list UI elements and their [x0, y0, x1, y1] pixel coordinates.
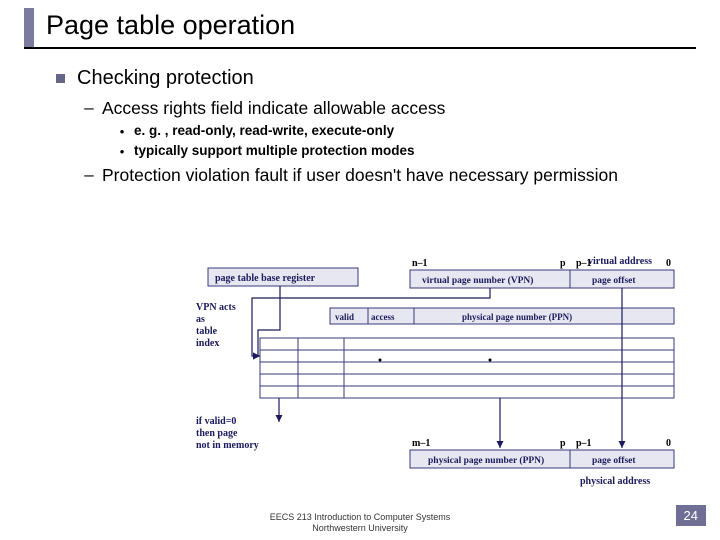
- zero-label-bot: 0: [666, 438, 671, 449]
- ifvalid-label: if valid=0then pagenot in memory: [196, 416, 259, 451]
- p1-label-top: p–1: [576, 258, 592, 269]
- bullet-l1: Checking protection: [56, 67, 680, 90]
- bullet-l3b: • typically support multiple protection …: [118, 143, 680, 161]
- po-label-bot: page offset: [592, 456, 636, 466]
- title-row: Page table operation: [0, 0, 720, 47]
- ppn-label: physical page number (PPN): [462, 312, 572, 322]
- dash-bullet-icon: –: [84, 165, 94, 185]
- title-accent-block: [24, 8, 34, 47]
- p-label-top: p: [560, 258, 566, 269]
- page-number: 24: [676, 505, 706, 526]
- va-label: virtual address: [588, 256, 652, 267]
- n1-label: n–1: [412, 258, 428, 269]
- bullet-l2b: – Protection violation fault if user doe…: [84, 165, 680, 186]
- p1-label-bot: p–1: [576, 438, 592, 449]
- access-label: access: [371, 312, 395, 322]
- zero-label-top: 0: [666, 258, 671, 269]
- vpn-label: virtual page number (VPN): [422, 275, 533, 286]
- p-label-bot: p: [560, 438, 566, 449]
- footer-line2: Northwestern University: [0, 523, 720, 534]
- pa-label: physical address: [580, 476, 650, 487]
- dot-bullet-icon: •: [118, 123, 126, 141]
- vpn-acts-label: VPN actsastableindex: [196, 302, 236, 349]
- dot-bullet-icon: •: [118, 143, 126, 161]
- valid-label: valid: [335, 312, 354, 322]
- m1-label: m–1: [412, 438, 430, 449]
- bullet-l2a: – Access rights field indicate allowable…: [84, 98, 680, 119]
- square-bullet-icon: [56, 74, 65, 83]
- bullet-l3a: • e. g. , read-only, read-write, execute…: [118, 123, 680, 141]
- bullet-l2b-text: Protection violation fault if user doesn…: [102, 165, 618, 186]
- footer: EECS 213 Introduction to Computer System…: [0, 512, 720, 534]
- ptbr-label: page table base register: [215, 273, 316, 284]
- page-table-rows: [260, 338, 674, 398]
- bullet-l3b-text: typically support multiple protection mo…: [134, 143, 415, 158]
- diagram: page table base register virtual address…: [170, 252, 680, 500]
- slide-title: Page table operation: [46, 8, 295, 47]
- bullet-l3a-text: e. g. , read-only, read-write, execute-o…: [134, 123, 394, 138]
- footer-line1: EECS 213 Introduction to Computer System…: [0, 512, 720, 523]
- bullet-l2a-text: Access rights field indicate allowable a…: [102, 98, 445, 119]
- content-area: Checking protection – Access rights fiel…: [0, 49, 720, 186]
- bullet-l1-text: Checking protection: [77, 67, 254, 90]
- po-label-top: page offset: [592, 276, 636, 286]
- page-table-diagram-svg: page table base register virtual address…: [170, 252, 680, 500]
- ppn-label-bot: physical page number (PPN): [428, 455, 544, 466]
- dash-bullet-icon: –: [84, 98, 94, 118]
